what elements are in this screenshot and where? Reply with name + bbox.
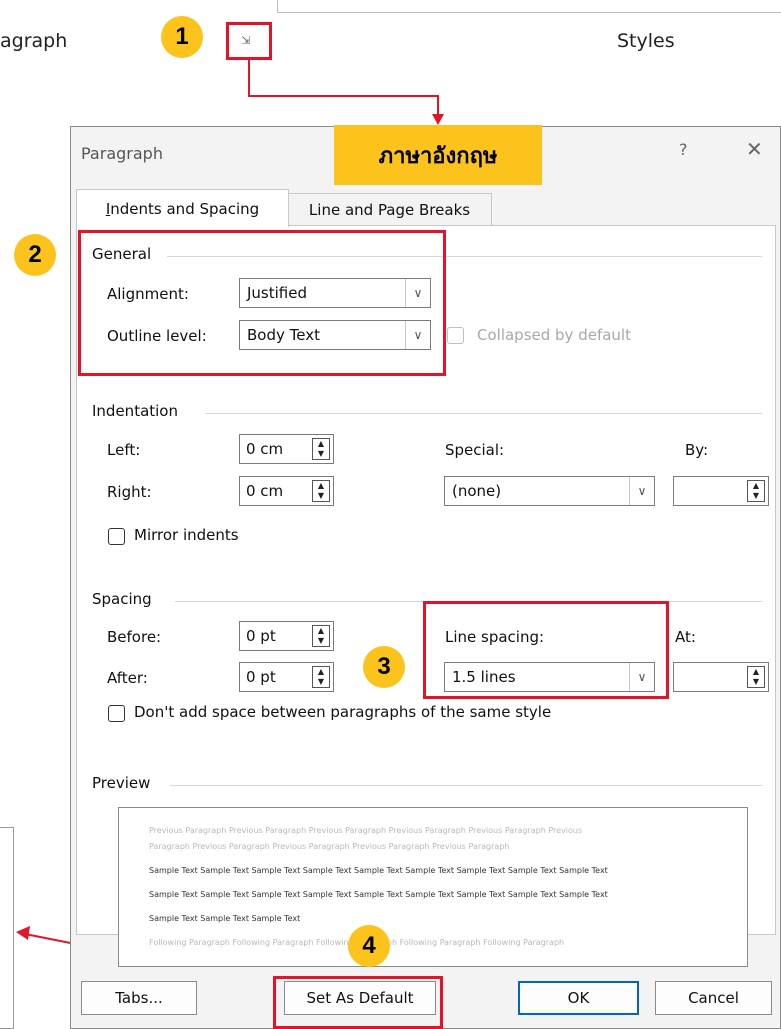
indent-left-value: 0 cm <box>246 440 284 458</box>
preview-box: Previous Paragraph Previous Paragraph Pr… <box>118 807 748 967</box>
spinner-arrows-icon[interactable]: ▲ ▼ <box>312 666 330 688</box>
step-badge-2: 2 <box>14 234 56 276</box>
background-window-edge <box>0 827 14 1029</box>
spacing-after-label: After: <box>107 669 148 687</box>
collapsed-by-default-checkbox[interactable] <box>447 327 464 344</box>
collapsed-by-default-label: Collapsed by default <box>477 326 631 344</box>
cancel-button[interactable]: Cancel <box>655 981 772 1015</box>
by-spinner[interactable]: ▲ ▼ <box>673 476 769 506</box>
spacing-before-value: 0 pt <box>246 627 276 645</box>
preview-line: Sample Text Sample Text Sample Text <box>149 914 301 923</box>
ok-button[interactable]: OK <box>518 981 639 1015</box>
at-label: At: <box>675 628 696 646</box>
tab-label: Indents and Spacing <box>105 199 260 218</box>
special-select[interactable]: (none) ∨ <box>444 476 655 506</box>
spacing-after-spinner[interactable]: 0 pt ▲ ▼ <box>239 662 334 692</box>
section-spacing-heading: Spacing <box>92 590 152 608</box>
tab-indents-and-spacing[interactable]: Indents and Spacing <box>76 189 289 227</box>
step-badge-4: 4 <box>348 925 390 967</box>
at-spinner[interactable]: ▲ ▼ <box>673 662 769 692</box>
indent-left-label: Left: <box>107 441 141 459</box>
dialog-title: Paragraph <box>81 144 163 163</box>
help-icon[interactable]: ? <box>679 140 688 159</box>
spinner-arrows-icon[interactable]: ▲ ▼ <box>747 666 765 688</box>
highlight-general-section <box>78 230 446 376</box>
indent-right-spinner[interactable]: 0 cm ▲ ▼ <box>239 476 334 506</box>
language-callout: ภาษาอังกฤษ <box>334 125 542 185</box>
spinner-arrows-icon[interactable]: ▲ ▼ <box>312 480 330 502</box>
section-preview-heading: Preview <box>92 774 151 792</box>
tab-label: Line and Page Breaks <box>308 201 471 219</box>
arrowhead-left <box>16 926 30 940</box>
special-value: (none) <box>452 482 502 500</box>
step-badge-3: 3 <box>363 646 405 688</box>
highlight-line-spacing <box>423 601 669 699</box>
spacing-before-label: Before: <box>107 628 162 646</box>
mirror-indents-checkbox[interactable] <box>108 528 125 545</box>
highlight-set-as-default <box>273 976 443 1029</box>
preview-line: Paragraph Previous Paragraph Previous Pa… <box>149 842 510 851</box>
spinner-arrows-icon[interactable]: ▲ ▼ <box>312 438 330 460</box>
tab-line-and-page-breaks[interactable]: Line and Page Breaks <box>287 193 492 226</box>
by-label: By: <box>685 441 709 459</box>
spacing-before-spinner[interactable]: 0 pt ▲ ▼ <box>239 621 334 651</box>
preview-line: Previous Paragraph Previous Paragraph Pr… <box>149 826 583 835</box>
preview-line: Sample Text Sample Text Sample Text Samp… <box>149 890 608 899</box>
section-indentation-heading: Indentation <box>92 402 178 420</box>
close-icon[interactable]: ✕ <box>746 137 763 161</box>
arrowhead-down <box>432 114 444 125</box>
dont-add-space-checkbox[interactable] <box>108 705 125 722</box>
spinner-arrows-icon[interactable]: ▲ ▼ <box>312 625 330 647</box>
preview-line: Sample Text Sample Text Sample Text Samp… <box>149 866 608 875</box>
spinner-arrows-icon[interactable]: ▲ ▼ <box>747 480 765 502</box>
dont-add-space-label: Don't add space between paragraphs of th… <box>134 703 552 721</box>
tabs-button[interactable]: Tabs... <box>81 981 197 1015</box>
special-label: Special: <box>445 441 505 459</box>
mirror-indents-label: Mirror indents <box>134 526 239 544</box>
indent-right-label: Right: <box>107 483 152 501</box>
indent-left-spinner[interactable]: 0 cm ▲ ▼ <box>239 434 334 464</box>
chevron-down-icon: ∨ <box>629 477 654 505</box>
spacing-after-value: 0 pt <box>246 668 276 686</box>
indent-right-value: 0 cm <box>246 482 284 500</box>
separator <box>205 413 762 414</box>
arrow-launcher-to-dialog <box>248 60 439 118</box>
separator <box>170 785 762 786</box>
